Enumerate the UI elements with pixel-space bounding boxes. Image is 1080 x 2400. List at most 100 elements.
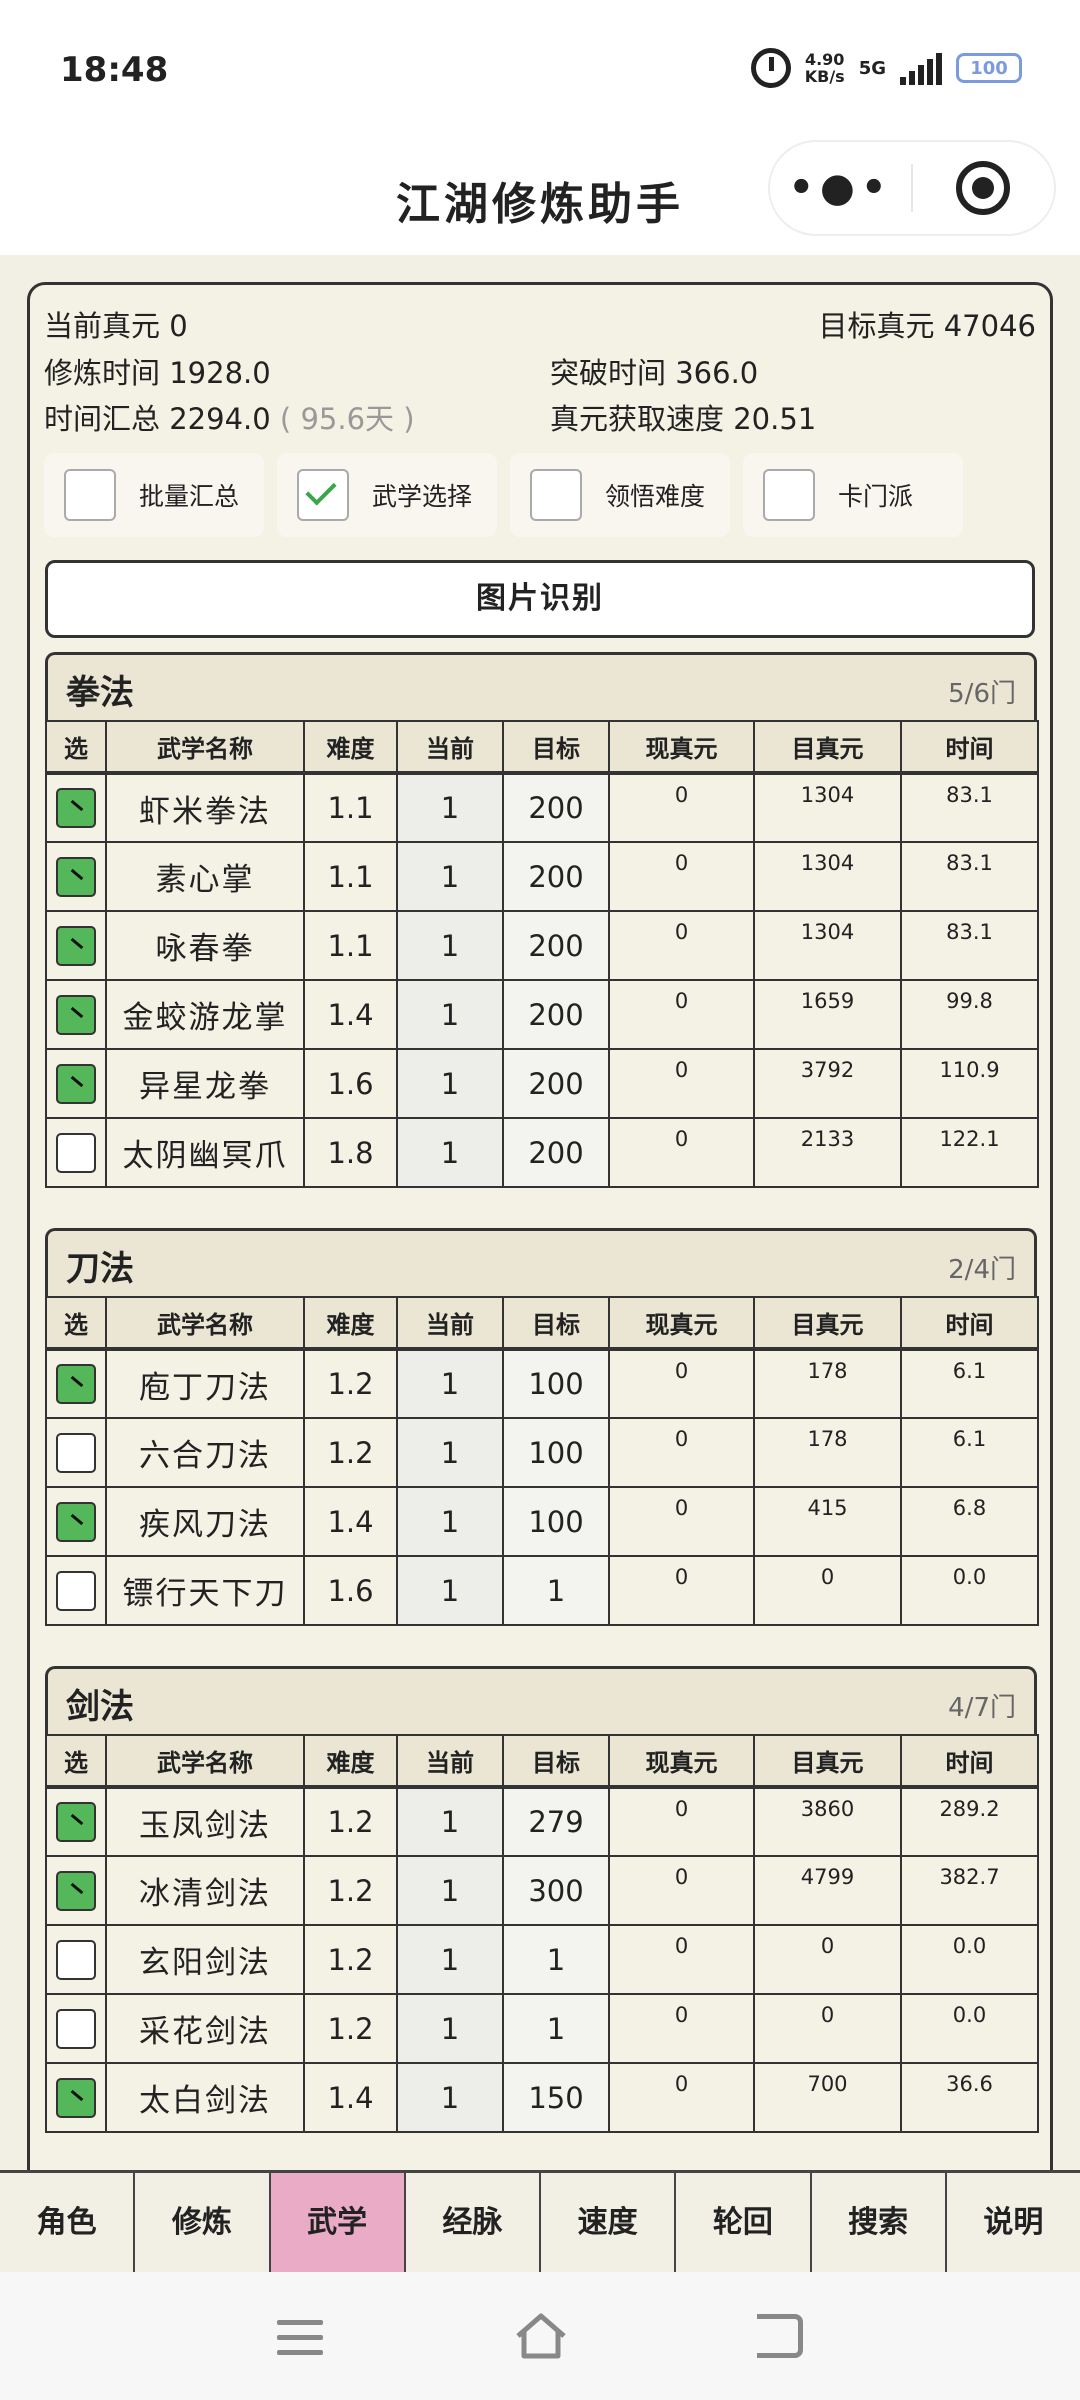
tab-1[interactable]: 修炼 [135, 2173, 271, 2272]
cell-tgt[interactable]: 200 [502, 910, 610, 981]
select-cell[interactable] [45, 2062, 107, 2133]
select-checkbox[interactable] [56, 1870, 96, 1911]
select-checkbox[interactable] [56, 925, 96, 966]
select-checkbox[interactable] [56, 1570, 96, 1611]
select-checkbox[interactable] [56, 1132, 96, 1173]
cell-cur[interactable]: 1 [396, 1555, 504, 1626]
cell-tgt[interactable]: 279 [502, 1785, 610, 1857]
cell-tgt[interactable]: 1 [502, 1924, 610, 1995]
select-cell[interactable] [45, 1855, 107, 1926]
tab-0[interactable]: 角色 [0, 2173, 136, 2272]
cell-tgt[interactable]: 300 [502, 1855, 610, 1926]
select-cell[interactable] [45, 1347, 107, 1419]
cell-tgt[interactable]: 100 [502, 1347, 610, 1419]
main-content[interactable]: 当前真元 0 目标真元 47046 修炼时间 1928.0 突破时间 366.0… [0, 255, 1080, 2170]
martial-card: 当前真元 0 目标真元 47046 修炼时间 1928.0 突破时间 366.0… [27, 282, 1053, 2170]
select-checkbox[interactable] [56, 2008, 96, 2049]
select-checkbox[interactable] [56, 1063, 96, 1104]
tab-5[interactable]: 轮回 [676, 2173, 812, 2272]
cell-cur[interactable]: 1 [396, 1993, 504, 2064]
cell-cur[interactable]: 1 [396, 1048, 504, 1119]
select-cell[interactable] [45, 1117, 107, 1188]
select-checkbox[interactable] [56, 788, 96, 828]
cell-cur[interactable]: 1 [396, 1117, 504, 1188]
table-row: 太白剑法 1.4 1 150 0 700 36.6 [45, 2062, 1039, 2133]
cell-cur[interactable]: 1 [396, 1347, 504, 1419]
select-checkbox[interactable] [56, 1802, 96, 1842]
cell-cur[interactable]: 1 [396, 841, 504, 912]
option-checkbox[interactable] [763, 469, 815, 521]
tab-6[interactable]: 搜索 [812, 2173, 947, 2272]
column-header: 现真元 [608, 1296, 755, 1350]
cell-cur[interactable]: 1 [396, 1855, 504, 1926]
cell-tgt[interactable]: 150 [502, 2062, 610, 2133]
select-cell[interactable] [45, 1555, 107, 1626]
column-header: 现真元 [608, 720, 755, 774]
cell-need: 0 [753, 1993, 902, 2064]
section-header[interactable]: 剑法 4/7门 [45, 1666, 1037, 1734]
tab-3[interactable]: 经脉 [406, 2173, 541, 2272]
cell-tgt[interactable]: 200 [502, 771, 610, 843]
option-3[interactable]: 卡门派 [743, 453, 963, 537]
cell-cur[interactable]: 1 [396, 2062, 504, 2133]
cell-name: 咏春拳 [105, 910, 305, 981]
select-checkbox[interactable] [56, 994, 96, 1035]
select-checkbox[interactable] [56, 2077, 96, 2118]
select-checkbox[interactable] [56, 856, 96, 897]
column-header: 目标 [502, 720, 610, 774]
cell-cur[interactable]: 1 [396, 979, 504, 1050]
cell-tgt[interactable]: 1 [502, 1993, 610, 2064]
table-row: 金蛟游龙掌 1.4 1 200 0 1659 99.8 [45, 979, 1039, 1050]
select-checkbox[interactable] [56, 1432, 96, 1473]
select-cell[interactable] [45, 1785, 107, 1857]
select-cell[interactable] [45, 771, 107, 843]
option-2[interactable]: 领悟难度 [510, 453, 730, 537]
cell-tgt[interactable]: 200 [502, 1117, 610, 1188]
cell-tgt[interactable]: 1 [502, 1555, 610, 1626]
cell-cur[interactable]: 1 [396, 1417, 504, 1488]
cell-need: 1304 [753, 910, 902, 981]
menu-icon[interactable] [277, 2320, 323, 2365]
section-title: 刀法 [66, 1249, 134, 1289]
option-checkbox[interactable] [64, 469, 116, 521]
cell-time: 36.6 [900, 2062, 1039, 2133]
more-icon[interactable]: •●• [770, 165, 911, 211]
option-1[interactable]: 武学选择 [277, 453, 497, 537]
select-cell[interactable] [45, 841, 107, 912]
cell-need: 4799 [753, 1855, 902, 1926]
back-icon[interactable] [757, 2314, 803, 2358]
select-cell[interactable] [45, 1993, 107, 2064]
cell-cur[interactable]: 1 [396, 1785, 504, 1857]
section-header[interactable]: 拳法 5/6门 [45, 652, 1037, 720]
select-checkbox[interactable] [56, 1939, 96, 1980]
close-mini-program-button[interactable] [913, 161, 1054, 215]
select-cell[interactable] [45, 910, 107, 981]
cell-tgt[interactable]: 200 [502, 979, 610, 1050]
option-checkbox[interactable] [530, 469, 582, 521]
cell-tgt[interactable]: 100 [502, 1417, 610, 1488]
cell-tgt[interactable]: 100 [502, 1486, 610, 1557]
select-cell[interactable] [45, 1486, 107, 1557]
select-cell[interactable] [45, 979, 107, 1050]
cell-cur[interactable]: 1 [396, 771, 504, 843]
image-recognition-button[interactable]: 图片识别 [45, 560, 1035, 638]
select-cell[interactable] [45, 1924, 107, 1995]
section-header[interactable]: 刀法 2/4门 [45, 1228, 1037, 1296]
tab-4[interactable]: 速度 [541, 2173, 677, 2272]
select-cell[interactable] [45, 1417, 107, 1488]
cell-cur[interactable]: 1 [396, 1486, 504, 1557]
tab-2[interactable]: 武学 [270, 2173, 406, 2272]
cell-tgt[interactable]: 200 [502, 841, 610, 912]
select-checkbox[interactable] [56, 1364, 96, 1404]
option-0[interactable]: 批量汇总 [44, 453, 264, 537]
home-icon[interactable] [514, 2312, 568, 2360]
tab-7[interactable]: 说明 [947, 2173, 1080, 2272]
table-row: 疾风刀法 1.4 1 100 0 415 6.8 [45, 1486, 1039, 1557]
select-checkbox[interactable] [56, 1501, 96, 1542]
cell-cur[interactable]: 1 [396, 910, 504, 981]
option-checkbox[interactable] [297, 469, 349, 521]
cell-tgt[interactable]: 200 [502, 1048, 610, 1119]
cell-cur[interactable]: 1 [396, 1924, 504, 1995]
select-cell[interactable] [45, 1048, 107, 1119]
column-header: 目真元 [753, 1734, 902, 1788]
